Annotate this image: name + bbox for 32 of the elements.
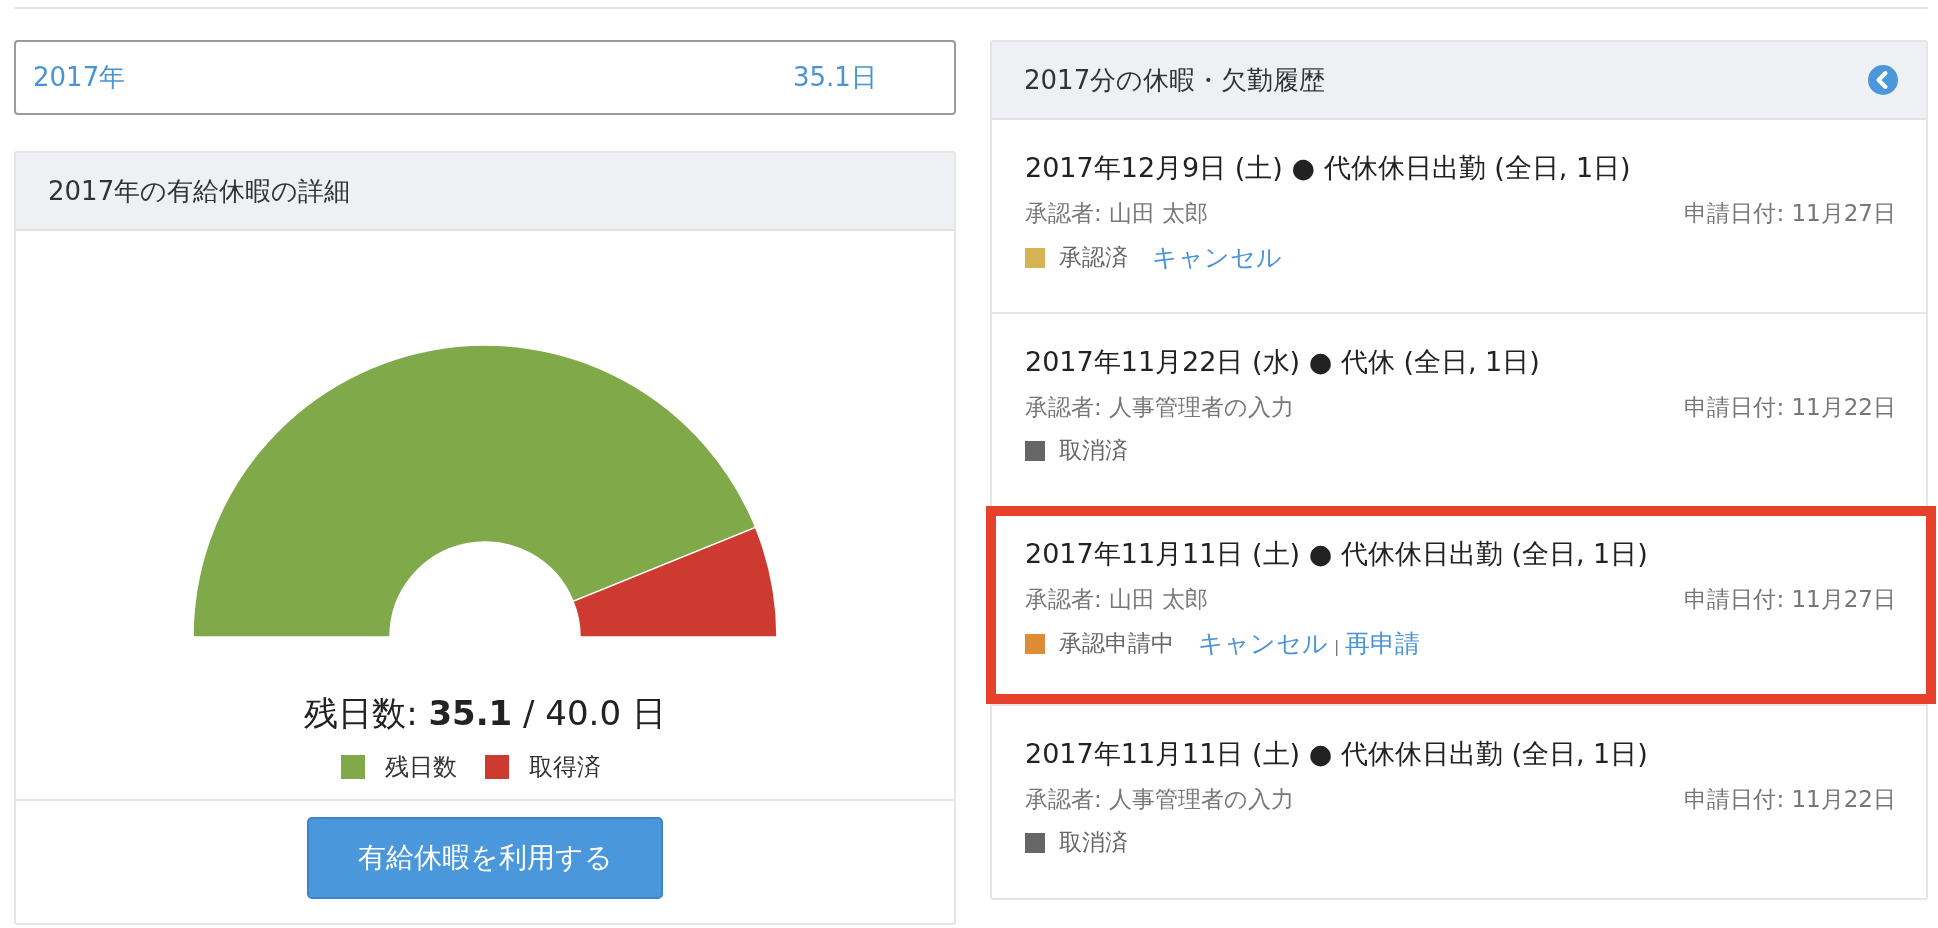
- applied-date-text: 申請日付: 11月22日: [1684, 393, 1896, 422]
- legend-label: 取得済: [529, 752, 601, 783]
- legend-label: 残日数: [385, 752, 457, 783]
- year-label: 2017年: [33, 61, 127, 94]
- approver-text: 承認者: 人事管理者の入力: [1025, 393, 1295, 422]
- status-text: 取消済: [1059, 436, 1128, 465]
- leave-entry-title: 2017年11月11日 (土) ● 代休休日出勤 (全日, 1日): [1025, 537, 1649, 571]
- remaining-days-text: 残日数: 35.1 / 40.0 日: [304, 692, 666, 735]
- status-text: 承認済: [1059, 243, 1128, 272]
- panel-title: 2017分の休暇・欠勤履歴: [1024, 63, 1326, 97]
- action-link[interactable]: 再申請: [1345, 629, 1421, 658]
- action-link[interactable]: キャンセル: [1198, 629, 1328, 658]
- status-text: 承認申請中: [1059, 629, 1174, 658]
- status-text: 取消済: [1059, 828, 1128, 857]
- leave-entry-title: 2017年12月9日 (土) ● 代休休日出勤 (全日, 1日): [1025, 151, 1632, 185]
- applied-date-text: 申請日付: 11月27日: [1684, 199, 1896, 228]
- applied-date-text: 申請日付: 11月22日: [1684, 785, 1896, 814]
- approver-text: 承認者: 人事管理者の入力: [1025, 785, 1295, 814]
- legend-swatch: [341, 755, 365, 779]
- leave-entry-title: 2017年11月11日 (土) ● 代休休日出勤 (全日, 1日): [1025, 737, 1649, 771]
- use-leave-button[interactable]: 有給休暇を利用する: [307, 817, 663, 899]
- back-chevron-icon[interactable]: [1868, 65, 1898, 95]
- year-summary-field[interactable]: 2017年 35.1日: [14, 40, 956, 115]
- days-value: 35.1日: [793, 61, 877, 94]
- applied-date-text: 申請日付: 11月27日: [1684, 585, 1896, 614]
- legend-swatch: [485, 755, 509, 779]
- action-link[interactable]: キャンセル: [1152, 243, 1282, 272]
- link-separator: |: [1334, 637, 1340, 656]
- approver-text: 承認者: 山田 太郎: [1025, 199, 1209, 228]
- panel-title: 2017年の有給休暇の詳細: [48, 174, 351, 208]
- leave-entry-title: 2017年11月22日 (水) ● 代休 (全日, 1日): [1025, 345, 1541, 379]
- approver-text: 承認者: 山田 太郎: [1025, 585, 1209, 614]
